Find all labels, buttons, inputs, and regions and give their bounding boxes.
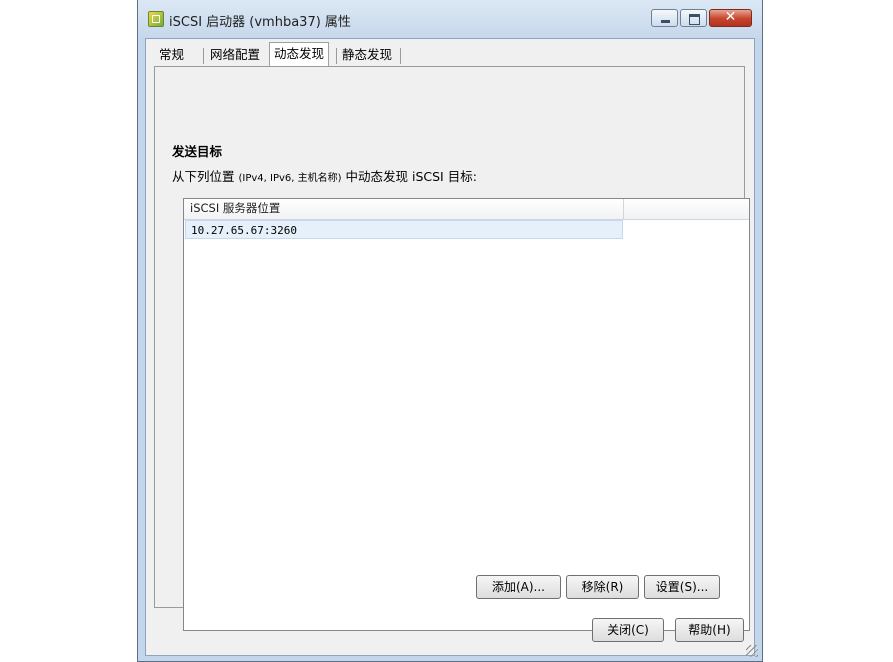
tab-general[interactable]: 常规 bbox=[155, 44, 188, 66]
desc-prefix: 从下列位置 bbox=[172, 169, 239, 184]
tab-dynamic-discovery[interactable]: 动态发现 bbox=[269, 42, 330, 67]
title-bar[interactable]: iSCSI 启动器 (vmhba37) 属性 ✕ bbox=[138, 0, 762, 38]
section-description: 从下列位置 (IPv4, IPv6, 主机名称) 中动态发现 iSCSI 目标: bbox=[172, 166, 477, 185]
close-button[interactable]: 关闭(C) bbox=[592, 618, 664, 642]
remove-button[interactable]: 移除(R) bbox=[566, 575, 639, 599]
section-title: 发送目标 bbox=[172, 144, 223, 159]
resize-grip-icon[interactable] bbox=[746, 645, 758, 657]
desc-suffix: 中动态发现 iSCSI 目标: bbox=[341, 169, 477, 184]
column-header-server-location[interactable]: iSCSI 服务器位置 bbox=[184, 199, 624, 219]
maximize-button[interactable] bbox=[680, 9, 707, 27]
desc-address-types: (IPv4, IPv6, 主机名称) bbox=[238, 173, 342, 184]
tab-static-discovery[interactable]: 静态发现 bbox=[338, 44, 396, 66]
tab-network-config[interactable]: 网络配置 bbox=[206, 44, 264, 66]
close-window-button[interactable]: ✕ bbox=[709, 9, 752, 27]
properties-dialog: iSCSI 启动器 (vmhba37) 属性 ✕ 常规 网络配置 动态发现 静态… bbox=[137, 0, 763, 662]
add-button[interactable]: 添加(A)... bbox=[476, 575, 561, 599]
window-title: iSCSI 启动器 (vmhba37) 属性 bbox=[169, 15, 351, 30]
minimize-icon bbox=[661, 20, 670, 23]
send-targets-list[interactable]: iSCSI 服务器位置 10.27.65.67:3260 bbox=[183, 198, 750, 631]
tab-panel: 发送目标 从下列位置 (IPv4, IPv6, 主机名称) 中动态发现 iSCS… bbox=[154, 66, 750, 631]
tab-separator bbox=[203, 48, 204, 64]
minimize-button[interactable] bbox=[651, 9, 678, 27]
list-item[interactable]: 10.27.65.67:3260 bbox=[185, 220, 623, 239]
settings-button[interactable]: 设置(S)... bbox=[644, 575, 720, 599]
app-icon bbox=[148, 11, 164, 27]
close-icon: ✕ bbox=[724, 9, 737, 25]
column-header-empty[interactable] bbox=[624, 199, 749, 219]
list-header: iSCSI 服务器位置 bbox=[184, 199, 749, 220]
tab-separator bbox=[336, 48, 337, 64]
tab-separator bbox=[400, 48, 401, 64]
maximize-icon bbox=[689, 14, 700, 25]
help-button[interactable]: 帮助(H) bbox=[675, 618, 744, 642]
